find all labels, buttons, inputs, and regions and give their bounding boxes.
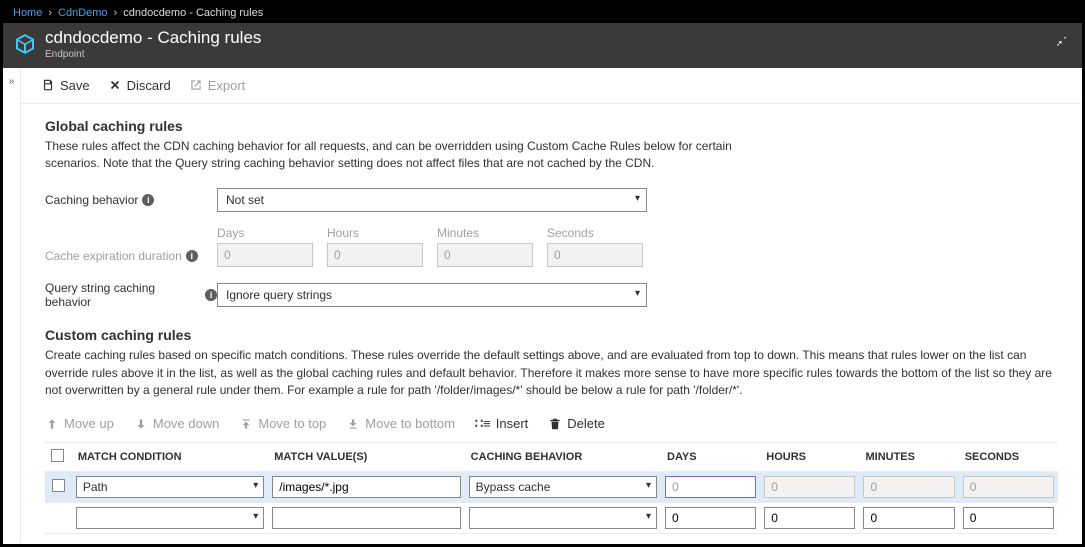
query-string-label: Query string caching behavior i <box>45 281 217 309</box>
arrow-bottom-icon <box>346 417 360 431</box>
arrow-top-icon <box>239 417 253 431</box>
move-bottom-button[interactable]: Move to bottom <box>346 416 455 431</box>
rules-table: MATCH CONDITION MATCH VALUE(S) CACHING B… <box>45 442 1058 534</box>
chevron-down-icon: ▾ <box>635 193 640 204</box>
arrow-up-icon <box>45 417 59 431</box>
export-icon <box>189 78 203 92</box>
seconds-input <box>547 243 643 267</box>
move-up-button[interactable]: Move up <box>45 416 114 431</box>
breadcrumb-home[interactable]: Home <box>13 7 42 19</box>
row-minutes-input <box>863 476 954 498</box>
chevron-down-icon: ▾ <box>253 480 258 491</box>
cache-expiration-label: Cache expiration duration i <box>45 249 217 267</box>
insert-button[interactable]: ∷≡ Insert <box>475 416 528 432</box>
export-button[interactable]: Export <box>189 78 246 93</box>
query-string-select[interactable]: Ignore query strings ▾ <box>217 283 647 307</box>
save-icon <box>41 78 55 92</box>
breadcrumb: Home › CdnDemo › cdndocdemo - Caching ru… <box>3 3 1082 23</box>
move-down-button[interactable]: Move down <box>134 416 219 431</box>
col-match-condition: MATCH CONDITION <box>72 442 268 471</box>
days-input <box>217 243 313 267</box>
row-minutes-input[interactable] <box>863 507 954 529</box>
minutes-label: Minutes <box>437 226 533 240</box>
chevron-right-icon: › <box>48 7 52 19</box>
col-seconds: SECONDS <box>959 442 1058 471</box>
hours-input <box>327 243 423 267</box>
global-rules-description: These rules affect the CDN caching behav… <box>45 138 765 173</box>
caching-behavior-select[interactable]: Not set ▾ <box>217 188 647 212</box>
row-checkbox[interactable] <box>52 479 65 492</box>
custom-rules-heading: Custom caching rules <box>45 327 1058 343</box>
endpoint-icon <box>13 32 37 56</box>
hours-label: Hours <box>327 226 423 240</box>
command-bar: Save Discard Export <box>21 68 1082 104</box>
blade-header: cdndocdemo - Caching rules Endpoint <box>3 23 1082 68</box>
info-icon[interactable]: i <box>205 289 217 301</box>
row-days-input <box>665 476 756 498</box>
custom-rules-description: Create caching rules based on specific m… <box>45 347 1058 399</box>
trash-icon <box>548 417 562 431</box>
rules-toolbar: Move up Move down Move to top Move to bo… <box>45 416 1058 432</box>
move-top-button[interactable]: Move to top <box>239 416 326 431</box>
resource-type-label: Endpoint <box>45 49 261 60</box>
row-hours-input[interactable] <box>764 507 855 529</box>
row-hours-input <box>764 476 855 498</box>
page-title: cdndocdemo - Caching rules <box>45 29 261 48</box>
info-icon[interactable]: i <box>142 194 154 206</box>
row-caching-behavior-select[interactable]: ▾ <box>469 507 657 529</box>
chevron-right-icon: › <box>114 7 118 19</box>
match-condition-select[interactable]: Path ▾ <box>76 476 264 498</box>
save-label: Save <box>60 78 90 93</box>
row-caching-behavior-select[interactable]: Bypass cache ▾ <box>469 476 657 498</box>
match-value-input[interactable] <box>272 476 460 498</box>
global-rules-heading: Global caching rules <box>45 118 1058 134</box>
breadcrumb-profile[interactable]: CdnDemo <box>58 7 108 19</box>
seconds-label: Seconds <box>547 226 643 240</box>
col-days: DAYS <box>661 442 760 471</box>
row-days-input[interactable] <box>665 507 756 529</box>
discard-button[interactable]: Discard <box>108 78 171 93</box>
table-row[interactable]: ▾ ▾ <box>45 502 1058 533</box>
info-icon[interactable]: i <box>186 250 198 262</box>
match-condition-select[interactable]: ▾ <box>76 507 264 529</box>
chevron-down-icon: ▾ <box>646 511 651 522</box>
chevron-down-icon: ▾ <box>635 288 640 299</box>
chevron-down-icon: ▾ <box>646 480 651 491</box>
select-all-checkbox[interactable] <box>51 449 64 462</box>
col-caching-behavior: CACHING BEHAVIOR <box>465 442 661 471</box>
row-seconds-input[interactable] <box>963 507 1054 529</box>
expand-panel-icon[interactable]: » <box>3 68 21 543</box>
close-icon <box>108 78 122 92</box>
days-label: Days <box>217 226 313 240</box>
row-seconds-input <box>963 476 1054 498</box>
discard-label: Discard <box>127 78 171 93</box>
pin-icon[interactable] <box>1054 33 1068 50</box>
col-match-values: MATCH VALUE(S) <box>268 442 464 471</box>
match-value-input[interactable] <box>272 507 460 529</box>
duration-group: Days Hours Minutes Seconds <box>217 226 643 267</box>
breadcrumb-current: cdndocdemo - Caching rules <box>123 7 263 19</box>
col-hours: HOURS <box>760 442 859 471</box>
minutes-input <box>437 243 533 267</box>
table-row[interactable]: Path ▾ Bypass cache ▾ <box>45 471 1058 502</box>
save-button[interactable]: Save <box>41 78 90 93</box>
col-minutes: MINUTES <box>859 442 958 471</box>
insert-icon: ∷≡ <box>475 416 491 432</box>
chevron-down-icon: ▾ <box>253 511 258 522</box>
delete-button[interactable]: Delete <box>548 416 605 431</box>
arrow-down-icon <box>134 417 148 431</box>
export-label: Export <box>208 78 246 93</box>
caching-behavior-label: Caching behavior i <box>45 193 217 207</box>
